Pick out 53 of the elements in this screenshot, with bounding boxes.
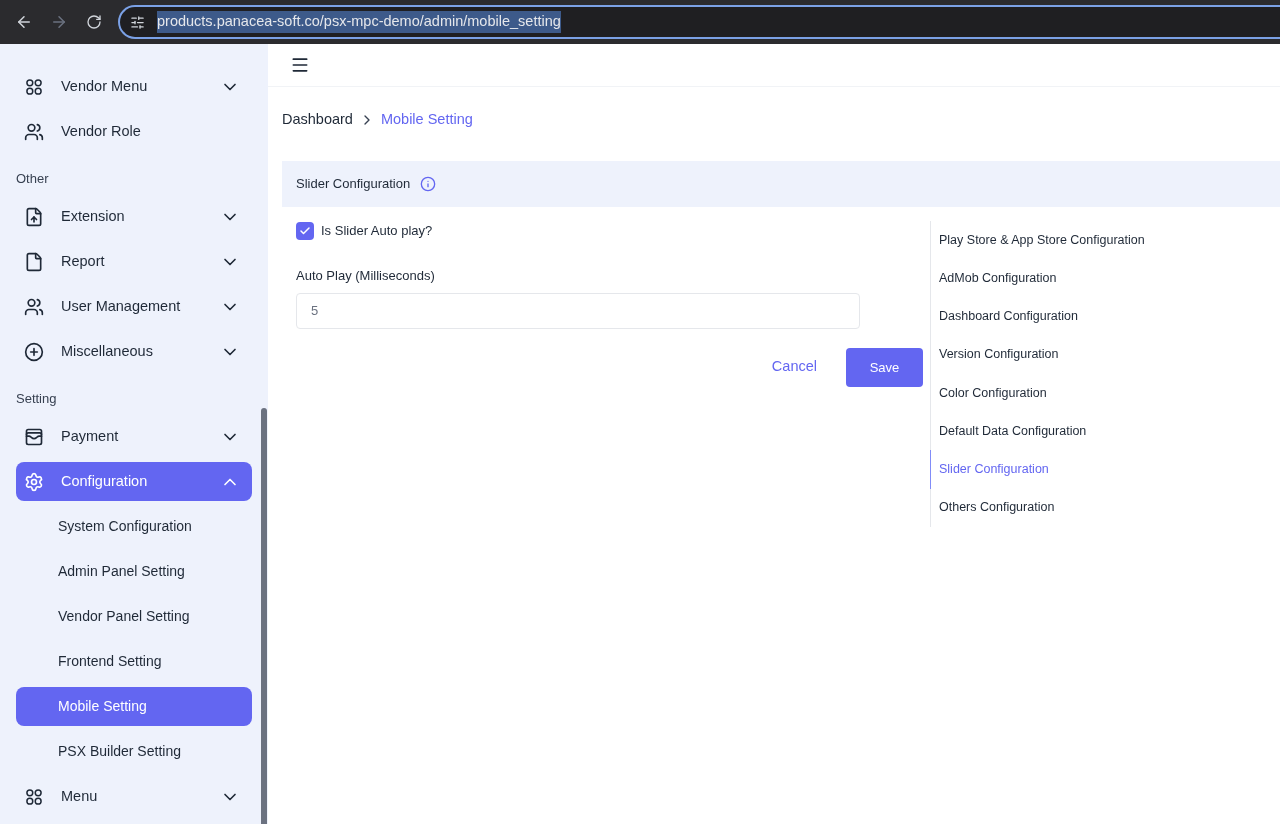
checkbox-label: Is Slider Auto play? [321, 221, 433, 240]
submenu-item[interactable]: Admin Panel Setting [16, 552, 252, 591]
save-button[interactable]: Save [846, 347, 923, 387]
four-circles-icon [24, 76, 44, 97]
config-nav-item[interactable]: Default Data Configuration [930, 412, 1145, 451]
section-heading: Other [16, 171, 49, 186]
input-field[interactable]: 5 [296, 292, 860, 329]
panel-title: Slider Configuration [296, 175, 411, 193]
wallet-icon [24, 426, 44, 447]
file-upload-icon [24, 206, 44, 227]
section-heading: Setting [16, 391, 57, 406]
users-icon [24, 121, 44, 142]
settings-icon [24, 471, 44, 492]
url-text: products.panacea-soft.co/psx-mpc-demo/admin/mobile_setting [157, 11, 561, 33]
scrollbar[interactable] [261, 408, 267, 824]
info-icon[interactable] [420, 175, 437, 192]
sidebar-item[interactable]: Payment [16, 417, 252, 456]
check-icon [299, 224, 311, 237]
back-icon[interactable] [15, 13, 33, 31]
breadcrumb-current: Mobile Setting [380, 110, 473, 129]
file-icon [24, 251, 44, 272]
submenu-item[interactable]: Mobile Setting [16, 687, 252, 726]
sidebar-item[interactable]: Report [16, 242, 252, 281]
sidebar-item[interactable]: Menu [16, 777, 252, 816]
cancel-button[interactable]: Cancel [767, 348, 821, 387]
four-circles-icon [24, 786, 44, 807]
config-nav-item[interactable]: Play Store & App Store Configuration [930, 220, 1145, 259]
config-nav-item[interactable]: Slider Configuration [930, 450, 1145, 489]
submenu-item[interactable]: Frontend Setting [16, 642, 252, 681]
users-icon [24, 296, 44, 317]
config-nav-item[interactable]: AdMob Configuration [930, 259, 1145, 298]
submenu-item[interactable]: System Configuration [16, 507, 252, 546]
sidebar-item[interactable]: User Management [16, 287, 252, 326]
checkbox[interactable] [296, 221, 314, 240]
sidebar-item[interactable]: Miscellaneous [16, 332, 252, 371]
config-nav-item[interactable]: Others Configuration [930, 488, 1145, 527]
breadcrumb-link[interactable]: Dashboard [282, 109, 353, 131]
forward-icon[interactable] [50, 13, 68, 31]
config-nav-item[interactable]: Version Configuration [930, 335, 1145, 374]
reload-icon[interactable] [86, 14, 102, 30]
submenu-item[interactable]: Vendor Panel Setting [16, 597, 252, 636]
sidebar-item[interactable]: Configuration [16, 462, 252, 501]
site-settings-icon[interactable] [130, 14, 145, 30]
sidebar-item[interactable]: Vendor Menu [16, 67, 252, 106]
config-nav-item[interactable]: Color Configuration [930, 373, 1145, 412]
address-bar[interactable]: products.panacea-soft.co/psx-mpc-demo/admin/mobile_setting [118, 5, 1280, 39]
menu-icon[interactable] [290, 55, 310, 75]
sidebar-item[interactable]: Extension [16, 197, 252, 236]
config-nav-item[interactable]: Dashboard Configuration [930, 297, 1145, 336]
field-label: Auto Play (Milliseconds) [296, 267, 436, 286]
plus-circle-icon [24, 341, 44, 362]
sidebar-item[interactable]: Vendor Role [16, 112, 252, 151]
submenu-item[interactable]: PSX Builder Setting [16, 732, 252, 771]
